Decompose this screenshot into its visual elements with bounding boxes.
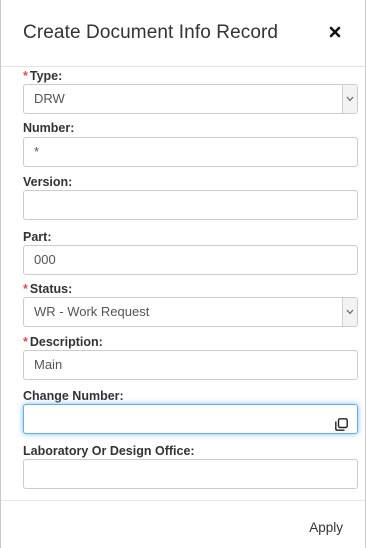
version-label: Version: xyxy=(23,175,73,189)
number-value: * xyxy=(34,144,40,159)
description-value: Main xyxy=(34,357,63,372)
number-field: Number: * xyxy=(23,120,358,167)
close-button[interactable] xyxy=(327,24,343,40)
version-field: Version: xyxy=(23,174,358,220)
required-marker: * xyxy=(23,335,28,349)
dialog-header: Create Document Info Record xyxy=(1,0,365,67)
description-input[interactable]: Main xyxy=(23,350,358,380)
part-label: Part: xyxy=(23,230,52,244)
status-label: * Status: xyxy=(23,282,73,296)
required-marker: * xyxy=(23,282,28,296)
status-dropdown-toggle[interactable] xyxy=(342,298,357,326)
status-value: WR - Work Request xyxy=(34,304,150,319)
part-field: Part: 000 xyxy=(23,229,358,275)
chevron-down-icon xyxy=(346,96,354,102)
close-icon xyxy=(329,26,341,38)
required-marker: * xyxy=(23,69,28,83)
number-label: Number: xyxy=(23,121,75,135)
lookup-icon[interactable] xyxy=(335,413,348,441)
description-label: * Description: xyxy=(23,335,103,349)
chevron-down-icon xyxy=(346,309,354,315)
part-input[interactable]: 000 xyxy=(23,245,358,275)
change-number-label: Change Number: xyxy=(23,389,124,403)
dialog-footer: Apply xyxy=(1,500,365,548)
part-value: 000 xyxy=(34,252,56,267)
type-select[interactable]: DRW xyxy=(23,84,358,114)
type-value: DRW xyxy=(34,91,65,106)
lab-office-label: Laboratory Or Design Office: xyxy=(23,444,195,458)
version-input[interactable] xyxy=(23,190,358,220)
apply-button[interactable]: Apply xyxy=(309,520,343,535)
type-label: * Type: xyxy=(23,69,63,83)
change-number-input[interactable] xyxy=(23,404,358,434)
change-number-field: Change Number: xyxy=(23,388,358,434)
status-field: * Status: WR - Work Request xyxy=(23,281,358,327)
create-document-dialog: Create Document Info Record * Type: DRW N… xyxy=(0,0,366,548)
type-field: * Type: DRW xyxy=(23,68,358,114)
lab-office-input[interactable] xyxy=(23,459,358,489)
number-input[interactable]: * xyxy=(23,137,358,167)
dialog-title: Create Document Info Record xyxy=(23,22,279,43)
type-dropdown-toggle[interactable] xyxy=(342,85,357,113)
lab-office-field: Laboratory Or Design Office: xyxy=(23,443,358,489)
description-field: * Description: Main xyxy=(23,334,358,380)
status-select[interactable]: WR - Work Request xyxy=(23,297,358,327)
